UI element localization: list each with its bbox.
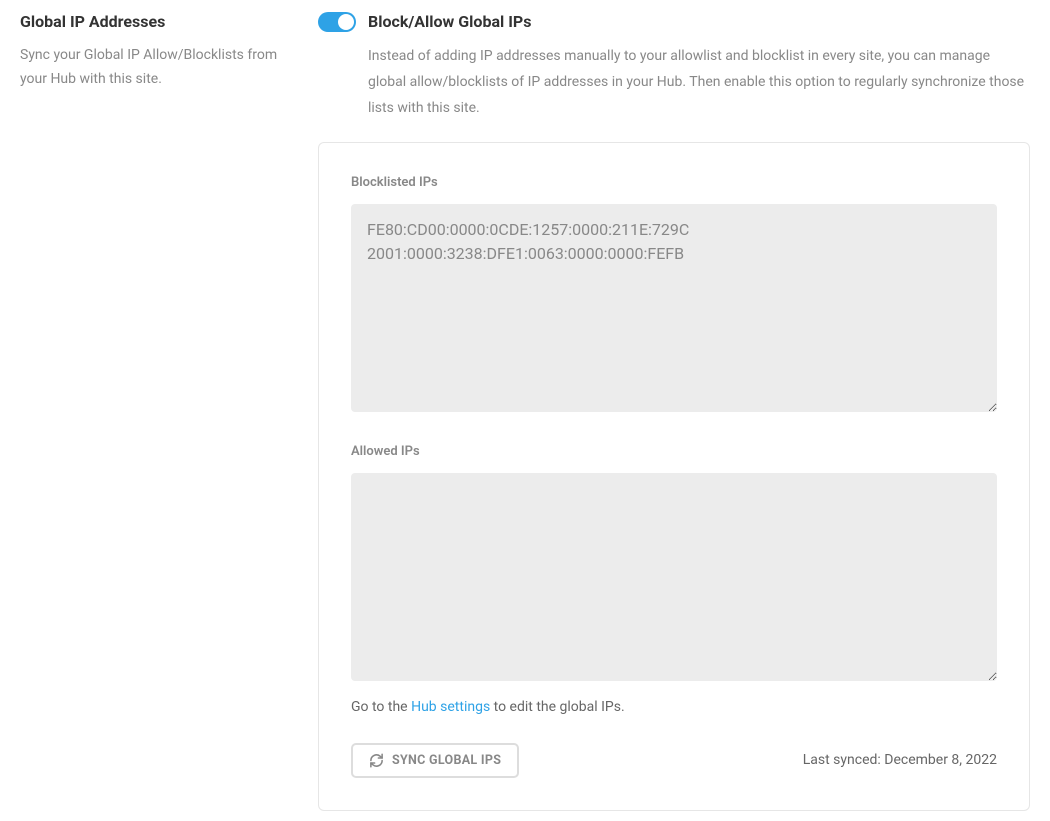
edit-hint: Go to the Hub settings to edit the globa… bbox=[351, 699, 997, 715]
sync-button-label: SYNC GLOBAL IPS bbox=[392, 753, 501, 768]
sync-global-ips-button[interactable]: SYNC GLOBAL IPS bbox=[351, 743, 519, 778]
toggle-title: Block/Allow Global IPs bbox=[368, 10, 1030, 34]
hub-settings-link[interactable]: Hub settings bbox=[411, 699, 490, 715]
section-description: Sync your Global IP Allow/Blocklists fro… bbox=[20, 44, 290, 92]
allowlist-textarea[interactable] bbox=[351, 473, 997, 681]
hint-prefix: Go to the bbox=[351, 699, 411, 715]
section-title: Global IP Addresses bbox=[20, 10, 290, 34]
settings-right-column: Block/Allow Global IPs Instead of adding… bbox=[318, 10, 1030, 811]
ip-lists-card: Blocklisted IPs Allowed IPs Go to the Hu… bbox=[318, 142, 1030, 811]
toggle-description: Instead of adding IP addresses manually … bbox=[368, 44, 1030, 122]
block-allow-toggle[interactable] bbox=[318, 12, 356, 32]
blocklist-textarea[interactable] bbox=[351, 204, 997, 412]
allowlist-label: Allowed IPs bbox=[351, 444, 997, 459]
hint-suffix: to edit the global IPs. bbox=[490, 699, 625, 715]
blocklist-label: Blocklisted IPs bbox=[351, 175, 997, 190]
refresh-icon bbox=[369, 753, 384, 768]
last-synced-text: Last synced: December 8, 2022 bbox=[803, 752, 997, 768]
settings-left-column: Global IP Addresses Sync your Global IP … bbox=[20, 10, 290, 811]
